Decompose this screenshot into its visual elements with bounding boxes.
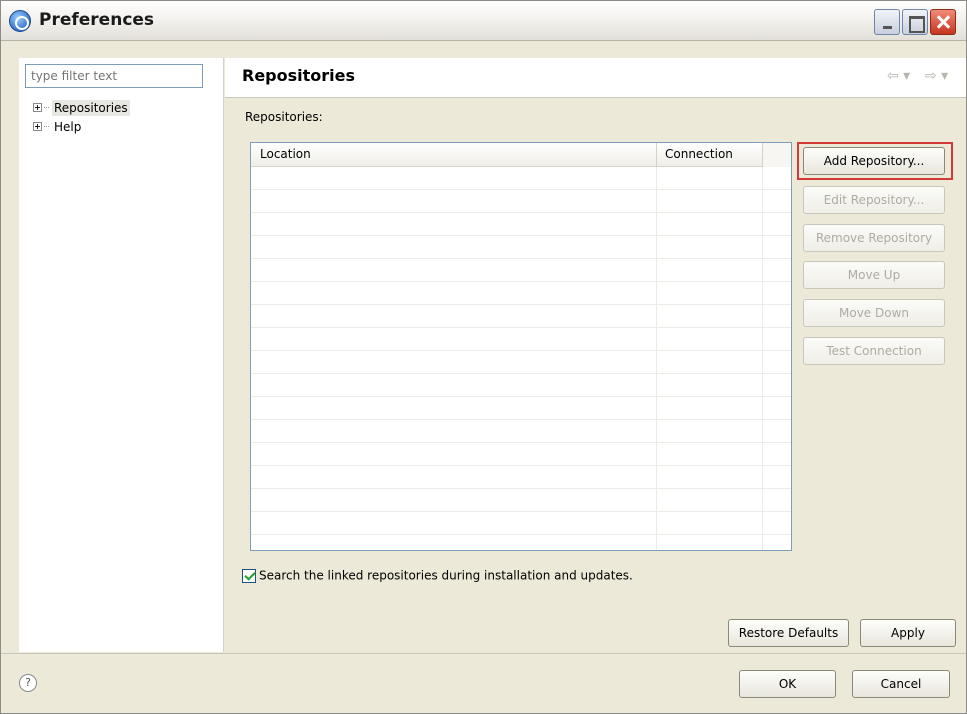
table-row[interactable] (251, 397, 791, 420)
checkbox-label: Search the linked repositories during in… (259, 568, 633, 583)
table-row[interactable] (251, 190, 791, 213)
tree-item-help[interactable]: Help (33, 119, 130, 138)
window-title: Preferences (39, 10, 155, 30)
close-button[interactable] (930, 9, 956, 35)
tree-item-repositories[interactable]: Repositories (33, 99, 130, 119)
table-header: Location Connection (251, 143, 791, 167)
table-cell-connection (657, 236, 763, 258)
table-cell-connection (657, 489, 763, 511)
ok-button[interactable]: OK (739, 670, 836, 698)
table-cell-location (251, 443, 657, 465)
repositories-table[interactable]: Location Connection (250, 142, 792, 551)
table-cell-location (251, 282, 657, 304)
table-cell-connection (657, 512, 763, 534)
table-cell-location (251, 305, 657, 327)
page-header: Repositories ⇦ ▾ ⇨ ▾ (225, 58, 966, 98)
search-linked-repositories-option[interactable]: Search the linked repositories during in… (242, 568, 633, 583)
preferences-icon (9, 10, 31, 32)
table-cell-connection (657, 328, 763, 350)
table-row[interactable] (251, 512, 791, 535)
help-icon[interactable]: ? (19, 674, 37, 692)
table-cell-location (251, 489, 657, 511)
table-cell-location (251, 535, 657, 550)
table-cell-connection (657, 466, 763, 488)
table-cell-connection (657, 374, 763, 396)
preferences-tree: Repositories Help (33, 99, 130, 138)
table-cell-connection (657, 282, 763, 304)
forward-arrow-icon[interactable]: ⇨ ▾ (925, 68, 948, 84)
table-cell-location (251, 374, 657, 396)
page-title: Repositories (242, 66, 356, 85)
dialog-button-bar: ? OK Cancel (1, 653, 966, 713)
table-row[interactable] (251, 167, 791, 190)
table-cell-location (251, 328, 657, 350)
table-cell-connection (657, 213, 763, 235)
table-cell-connection (657, 305, 763, 327)
cancel-button[interactable]: Cancel (852, 670, 950, 698)
column-header-connection[interactable]: Connection (657, 143, 763, 167)
table-row[interactable] (251, 305, 791, 328)
preferences-window: Preferences Repositories Help Repositori… (0, 0, 967, 714)
table-cell-location (251, 190, 657, 212)
minimize-button[interactable] (874, 9, 900, 35)
table-row[interactable] (251, 535, 791, 550)
repositories-label: Repositories: (245, 110, 323, 124)
column-header-filler (763, 143, 791, 167)
table-row[interactable] (251, 351, 791, 374)
tree-item-label: Repositories (52, 99, 130, 116)
table-cell-connection (657, 190, 763, 212)
table-cell-connection (657, 397, 763, 419)
table-cell-location (251, 466, 657, 488)
table-cell-location (251, 213, 657, 235)
filter-input[interactable] (25, 64, 203, 88)
apply-button[interactable]: Apply (860, 619, 956, 647)
table-row[interactable] (251, 489, 791, 512)
preferences-page: Repositories ⇦ ▾ ⇨ ▾ Repositories: Locat… (225, 58, 966, 652)
table-cell-location (251, 512, 657, 534)
table-row[interactable] (251, 420, 791, 443)
table-row[interactable] (251, 236, 791, 259)
tree-item-label: Help (54, 119, 82, 134)
edit-repository-button[interactable]: Edit Repository... (803, 186, 945, 214)
table-row[interactable] (251, 282, 791, 305)
remove-repository-button[interactable]: Remove Repository (803, 224, 945, 252)
table-row[interactable] (251, 443, 791, 466)
table-cell-connection (657, 420, 763, 442)
tree-connector (44, 107, 49, 108)
preferences-nav-pane: Repositories Help (19, 58, 224, 652)
tree-connector (44, 126, 49, 127)
table-cell-connection (657, 351, 763, 373)
table-body (251, 167, 791, 550)
column-header-location[interactable]: Location (251, 143, 657, 167)
table-row[interactable] (251, 374, 791, 397)
table-row[interactable] (251, 213, 791, 236)
table-cell-connection (657, 535, 763, 550)
expand-icon[interactable] (33, 103, 42, 112)
maximize-button[interactable] (902, 9, 928, 35)
table-cell-location (251, 397, 657, 419)
table-row[interactable] (251, 328, 791, 351)
expand-icon[interactable] (33, 122, 42, 131)
table-cell-location (251, 167, 657, 189)
table-cell-location (251, 259, 657, 281)
test-connection-button[interactable]: Test Connection (803, 337, 945, 365)
table-cell-connection (657, 443, 763, 465)
table-cell-connection (657, 167, 763, 189)
table-cell-connection (657, 259, 763, 281)
restore-defaults-button[interactable]: Restore Defaults (728, 619, 849, 647)
table-cell-location (251, 236, 657, 258)
add-repository-button[interactable]: Add Repository... (803, 147, 945, 175)
title-bar[interactable]: Preferences (1, 1, 966, 41)
table-row[interactable] (251, 259, 791, 282)
back-arrow-icon[interactable]: ⇦ ▾ (887, 68, 910, 84)
table-cell-location (251, 420, 657, 442)
table-cell-location (251, 351, 657, 373)
move-up-button[interactable]: Move Up (803, 261, 945, 289)
table-row[interactable] (251, 466, 791, 489)
search-linked-repositories-checkbox[interactable] (242, 568, 256, 583)
move-down-button[interactable]: Move Down (803, 299, 945, 327)
